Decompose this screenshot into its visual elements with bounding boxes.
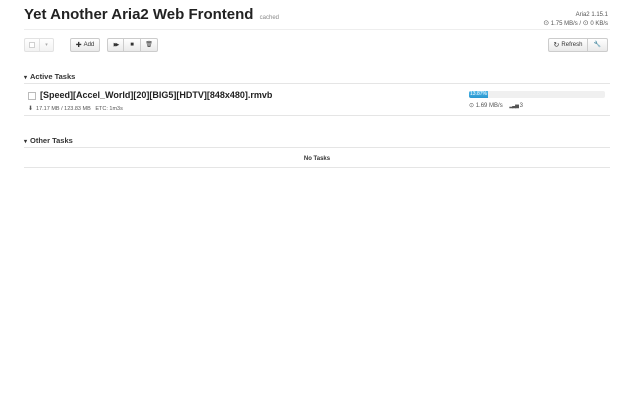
remove-button[interactable]: 🗑 [141,38,158,52]
task-row[interactable]: [Speed][Accel_World][20][BIG5][HDTV][848… [24,88,610,116]
wrench-icon: 🔧 [593,42,602,48]
plus-icon: ✚ [75,41,82,49]
other-tasks-title: Other Tasks [30,136,73,145]
active-tasks-header[interactable]: ▾ Active Tasks [24,72,610,84]
aria2-version: Aria2 1.15.1 [575,12,608,18]
app-title-text: Yet Another Aria2 Web Frontend [24,6,254,23]
resume-button[interactable]: ▶▶ [107,38,124,52]
upload-speed-icon: ⊙ [582,20,589,27]
refresh-icon: ↻ [553,41,560,49]
global-speed: ⊙ 1.75 MB/s / ⊙ 0 KB/s [543,20,608,27]
task-details: ⬇ 17.17 MB / 123.83 MB ETC: 1m3s [28,105,123,112]
signal-icon: ▂▃▅ [509,103,518,109]
task-progress-bar: 13.87% [469,91,605,98]
speed-icon: ⊙ [469,103,475,109]
select-all-checkbox[interactable] [29,42,35,48]
select-all-button[interactable] [24,38,40,52]
chevron-down-icon: ▾ [24,139,28,145]
trash-icon: 🗑 [145,42,153,48]
task-name[interactable]: [Speed][Accel_World][20][BIG5][HDTV][848… [40,90,272,100]
task-progress-fill: 13.87% [469,91,488,98]
caret-down-icon: ▾ [45,42,48,48]
stop-icon: ■ [130,42,134,48]
task-speed: 1.69 MB/s [475,103,503,109]
app-title: Yet Another Aria2 Web Frontend cached [24,6,279,23]
download-speed-icon: ⊙ [543,20,550,27]
refresh-button[interactable]: ↻ Refresh [548,38,588,52]
task-stats: ⊙ 1.69 MB/s ▂▃▅ 3 [469,103,523,109]
add-task-button[interactable]: ✚ Add [70,38,100,52]
select-dropdown-button[interactable]: ▾ [40,38,54,52]
active-tasks-title: Active Tasks [30,72,76,81]
chevron-down-icon: ▾ [24,75,28,81]
refresh-button-label: Refresh [561,42,583,48]
upload-speed: 0 KB/s [590,21,608,27]
toolbar: ▾ ✚ Add ▶▶ ■ 🗑 ↻ Refresh 🔧 [24,38,610,54]
cached-badge: cached [259,15,279,21]
stop-button[interactable]: ■ [124,38,141,52]
no-tasks-message: No Tasks [24,152,610,168]
other-tasks-header[interactable]: ▾ Other Tasks [24,136,610,148]
header: Yet Another Aria2 Web Frontend cached Ar… [24,6,610,30]
task-etc: ETC: 1m3s [95,106,123,112]
download-speed: 1.75 MB/s [550,21,578,27]
task-connections: 3 [519,103,523,109]
task-checkbox[interactable] [28,92,36,100]
settings-button[interactable]: 🔧 [588,38,608,52]
download-icon: ⬇ [28,106,34,112]
task-size: 17.17 MB / 123.83 MB [36,106,91,112]
fast-forward-icon: ▶▶ [113,41,120,48]
add-button-label: Add [83,42,95,48]
